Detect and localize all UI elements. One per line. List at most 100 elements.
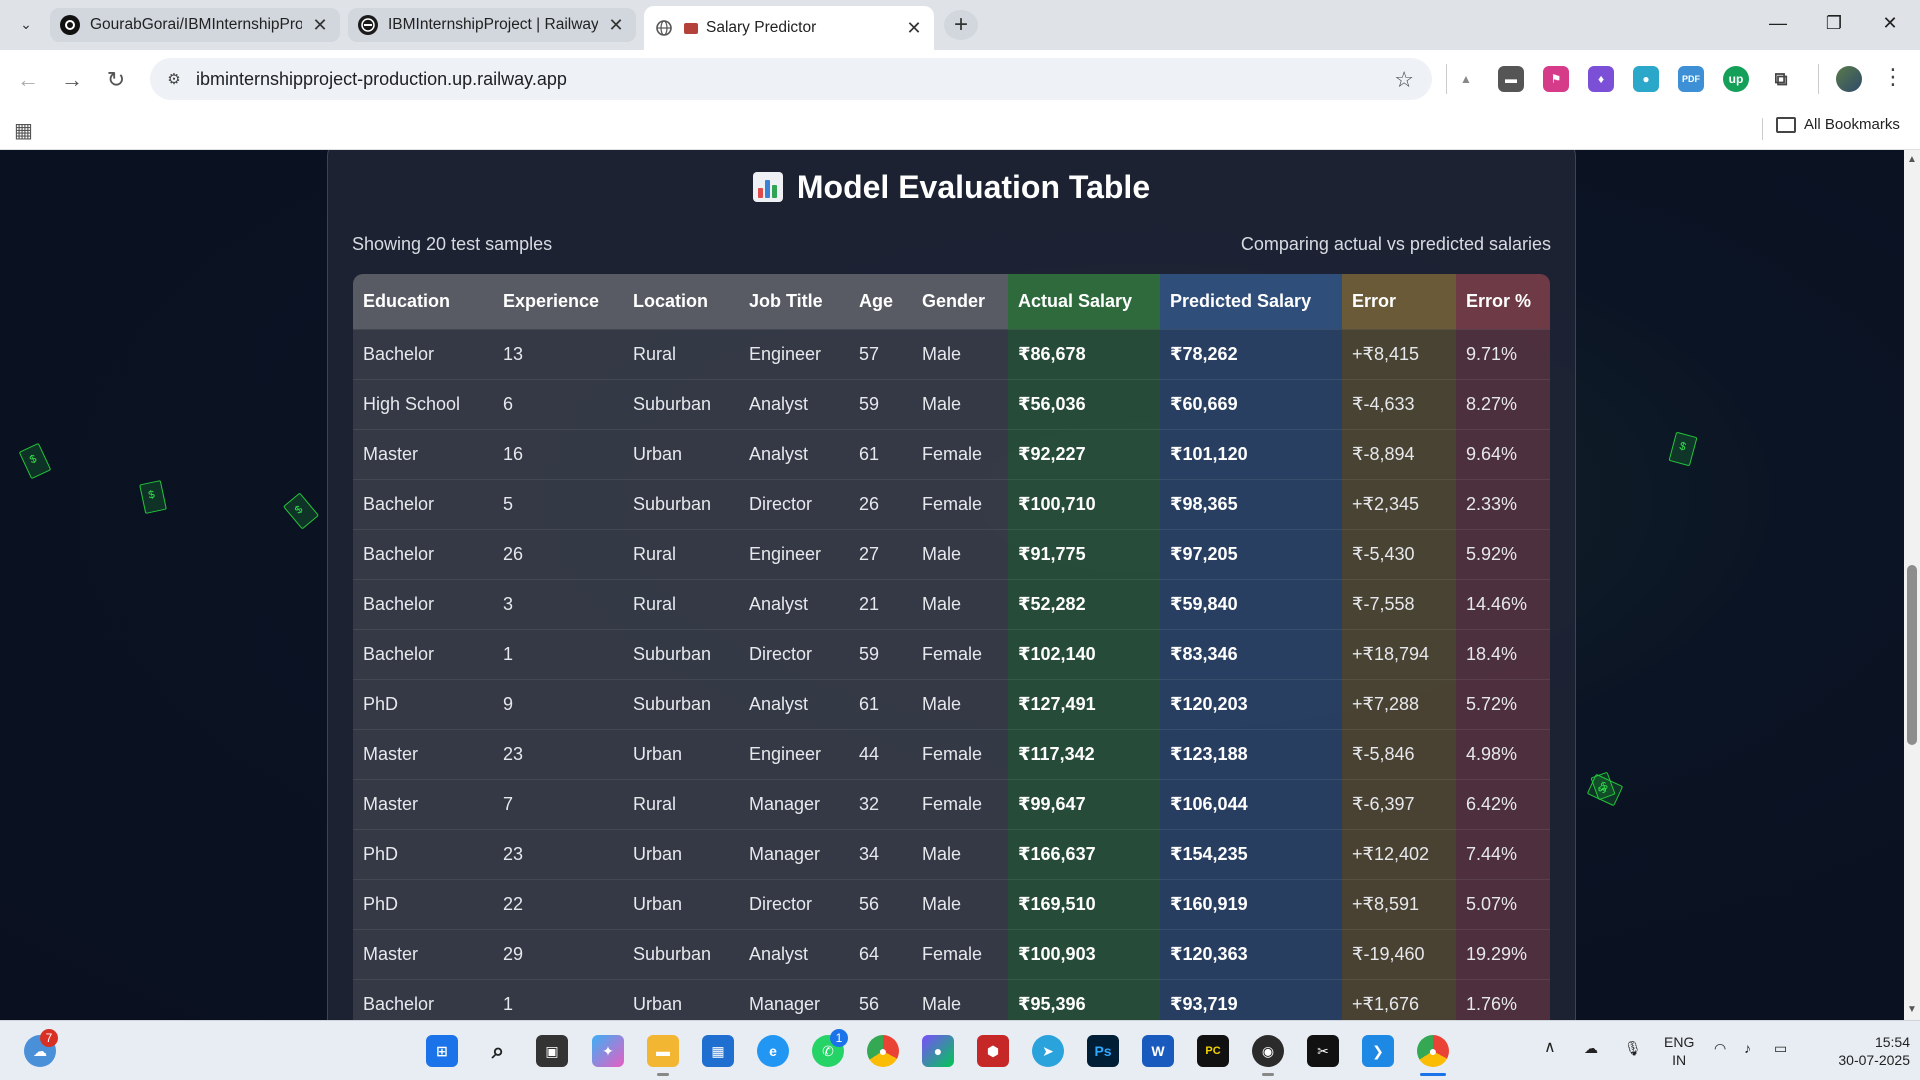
close-window-button[interactable]: ✕ [1870, 8, 1910, 38]
extension-bubble-icon[interactable]: ● [1633, 66, 1659, 92]
cell-gender: Male [912, 828, 1008, 879]
language-indicator[interactable]: ENG IN [1664, 1033, 1694, 1069]
onedrive-icon[interactable]: ☁ [1584, 1039, 1598, 1057]
volume-icon[interactable]: ♪ [1744, 1039, 1751, 1057]
table-row: Bachelor 3 Rural Analyst 21 Male ₹52,282 ₹59,84… [353, 578, 1550, 629]
profile-avatar[interactable] [1836, 66, 1862, 92]
chrome-active-icon[interactable]: ● [1417, 1035, 1449, 1067]
cell-education: Bachelor [353, 528, 493, 579]
tab-salary-predictor[interactable]: Salary Predictor ✕ [644, 6, 934, 50]
extension-triangle-icon[interactable]: ▲ [1453, 66, 1479, 92]
notification-badge: 7 [40, 1029, 58, 1047]
column-header-age: Age [849, 274, 912, 329]
cell-job-title: Engineer [739, 528, 849, 579]
url-text[interactable]: ibminternshipproject-production.up.railw… [196, 69, 567, 90]
cell-experience: 7 [493, 778, 623, 829]
microsoft-store-icon[interactable]: ▦ [702, 1035, 734, 1067]
microphone-icon[interactable]: 🎙 [1624, 1039, 1642, 1057]
tab-search-button[interactable]: ⌄ [12, 10, 40, 38]
photoshop-icon[interactable]: Ps [1087, 1035, 1119, 1067]
extension-screen-icon[interactable]: ▬ [1498, 66, 1524, 92]
restore-button[interactable]: ❐ [1814, 8, 1854, 38]
chrome-icon[interactable]: ● [867, 1035, 899, 1067]
new-tab-button[interactable]: + [944, 10, 978, 40]
cell-location: Suburban [623, 478, 739, 529]
cell-actual-salary: ₹166,637 [1008, 828, 1160, 879]
minimize-icon: — [1769, 12, 1787, 33]
cell-job-title: Director [739, 628, 849, 679]
cell-gender: Male [912, 378, 1008, 429]
extension-flag-icon[interactable]: ⚑ [1543, 66, 1569, 92]
cell-gender: Female [912, 428, 1008, 479]
cell-experience: 29 [493, 928, 623, 979]
cell-error: +₹2,345 [1342, 478, 1456, 529]
cell-predicted-salary: ₹59,840 [1160, 578, 1342, 629]
cell-job-title: Engineer [739, 728, 849, 779]
search-icon[interactable]: ⌕ [482, 1035, 514, 1067]
cell-gender: Female [912, 778, 1008, 829]
github-icon [60, 15, 80, 35]
cell-age: 56 [849, 978, 912, 1020]
forward-button[interactable]: → [56, 64, 88, 96]
reload-button[interactable]: ↻ [100, 64, 132, 96]
restore-icon: ❐ [1825, 12, 1843, 33]
copilot-icon[interactable]: ✦ [592, 1035, 624, 1067]
extension-upwork-icon[interactable]: up [1723, 66, 1749, 92]
capcut-icon[interactable]: ✂ [1307, 1035, 1339, 1067]
extension-pdf-icon[interactable]: PDF [1678, 66, 1704, 92]
money-note-icon [1668, 431, 1698, 467]
cell-education: Bachelor [353, 478, 493, 529]
cell-predicted-salary: ₹83,346 [1160, 628, 1342, 679]
wifi-icon[interactable]: ◠ [1714, 1039, 1726, 1057]
scrollbar-thumb[interactable] [1907, 565, 1917, 745]
clock[interactable]: 15:54 30-07-2025 [1814, 1033, 1910, 1069]
chrome-beta-icon[interactable]: ● [922, 1035, 954, 1067]
close-icon[interactable]: ✕ [606, 15, 626, 36]
shield-app-icon[interactable]: ⬢ [977, 1035, 1009, 1067]
battery-icon[interactable]: ▭ [1774, 1039, 1787, 1057]
cell-job-title: Analyst [739, 428, 849, 479]
page-scrollbar[interactable]: ▲ ▼ [1904, 150, 1920, 1020]
bookmark-star-icon[interactable]: ☆ [1394, 67, 1414, 93]
evaluation-table: Education Experience Location Job Title Age G… [353, 274, 1550, 1020]
telegram-icon[interactable]: ➤ [1032, 1035, 1064, 1067]
cell-error-percent: 2.33% [1456, 478, 1550, 529]
minimize-button[interactable]: — [1758, 8, 1798, 38]
scroll-up-icon[interactable]: ▲ [1907, 154, 1917, 165]
column-header-experience: Experience [493, 274, 623, 329]
scroll-down-icon[interactable]: ▼ [1907, 1004, 1917, 1015]
task-view-icon[interactable]: ▣ [536, 1035, 568, 1067]
pycharm-icon[interactable]: PC [1197, 1035, 1229, 1067]
chevron-up-icon[interactable]: ∧ [1544, 1039, 1556, 1057]
cell-job-title: Manager [739, 778, 849, 829]
all-bookmarks-button[interactable]: All Bookmarks [1776, 116, 1900, 133]
cell-location: Rural [623, 528, 739, 579]
site-settings-icon[interactable]: ⚙ [162, 67, 186, 91]
file-explorer-icon[interactable]: ▬ [647, 1035, 679, 1067]
windows-start-icon[interactable]: ⊞ [426, 1035, 458, 1067]
cell-location: Urban [623, 978, 739, 1020]
back-button[interactable]: ← [12, 64, 44, 96]
edge-dev-icon[interactable]: e [757, 1035, 789, 1067]
language-region: IN [1672, 1052, 1687, 1068]
menu-dots-icon[interactable]: ⋮ [1882, 64, 1904, 90]
address-bar[interactable]: ⚙ ibminternshipproject-production.up.rai… [150, 58, 1432, 100]
apps-grid-icon[interactable]: ▦ [14, 118, 33, 143]
extensions-puzzle-icon[interactable]: ⧉ [1768, 66, 1794, 92]
bookmarks-bar: ▦ All Bookmarks [0, 108, 1920, 150]
cell-error: +₹7,288 [1342, 678, 1456, 729]
close-icon[interactable]: ✕ [904, 18, 924, 39]
cell-location: Urban [623, 878, 739, 929]
tab-github[interactable]: GourabGorai/IBMInternshipProj ✕ [50, 8, 340, 42]
windows-taskbar: ☁ 7 ⊞ ⌕ ▣ ✦ ▬ ▦ e ✆ 1 ● ● ⬢ ➤ Ps W PC ◉ … [0, 1020, 1920, 1080]
cell-location: Rural [623, 778, 739, 829]
word-icon[interactable]: W [1142, 1035, 1174, 1067]
close-icon[interactable]: ✕ [310, 15, 330, 36]
vscode-icon[interactable]: ❯ [1362, 1035, 1394, 1067]
extension-flame-icon[interactable]: ♦ [1588, 66, 1614, 92]
cell-job-title: Analyst [739, 678, 849, 729]
toolbar-divider [1446, 64, 1447, 94]
running-indicator [1262, 1073, 1274, 1076]
obs-icon[interactable]: ◉ [1252, 1035, 1284, 1067]
tab-railway[interactable]: IBMInternshipProject | Railway ✕ [348, 8, 636, 42]
